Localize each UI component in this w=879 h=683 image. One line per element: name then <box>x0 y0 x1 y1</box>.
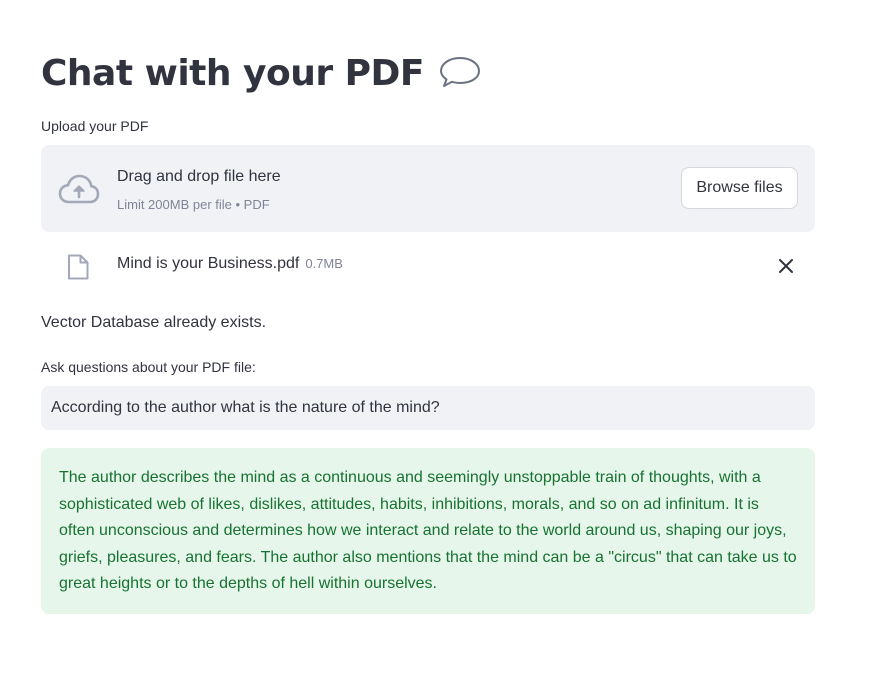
file-icon <box>67 254 89 285</box>
remove-file-button[interactable] <box>777 257 795 275</box>
status-message: Vector Database already exists. <box>41 314 267 331</box>
question-label: Ask questions about your PDF file: <box>41 359 256 375</box>
answer-box: The author describes the mind as a conti… <box>41 448 815 614</box>
question-input[interactable] <box>41 386 815 430</box>
close-icon <box>779 259 793 273</box>
dropzone-limit-text: Limit 200MB per file • PDF <box>117 197 270 212</box>
file-size: 0.7MB <box>305 256 343 271</box>
file-dropzone[interactable]: Drag and drop file here Limit 200MB per … <box>41 145 815 232</box>
file-name: Mind is your Business.pdf <box>117 255 300 272</box>
upload-label: Upload your PDF <box>41 118 149 134</box>
browse-files-button[interactable]: Browse files <box>681 167 798 209</box>
uploaded-file-row: Mind is your Business.pdf 0.7MB <box>41 248 815 284</box>
page-title: Chat with your PDF <box>41 52 425 94</box>
title-row: Chat with your PDF <box>41 52 482 95</box>
cloud-upload-icon <box>58 173 100 210</box>
uploaded-file-info: Mind is your Business.pdf 0.7MB <box>117 255 343 273</box>
dropzone-title: Drag and drop file here <box>117 168 281 185</box>
speech-bubble-icon <box>438 54 482 95</box>
